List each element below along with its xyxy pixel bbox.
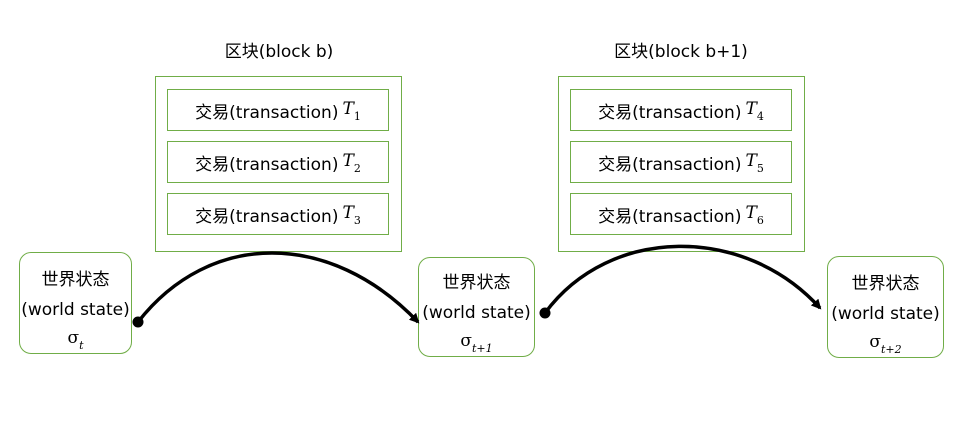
transition-arrows xyxy=(132,244,822,328)
arrow-state-t-plus-1-to-t-plus-2 xyxy=(539,244,822,319)
arrow-state-t-to-t-plus-1 xyxy=(132,251,420,328)
curved-arrow xyxy=(543,244,822,315)
curved-arrow xyxy=(136,251,420,324)
